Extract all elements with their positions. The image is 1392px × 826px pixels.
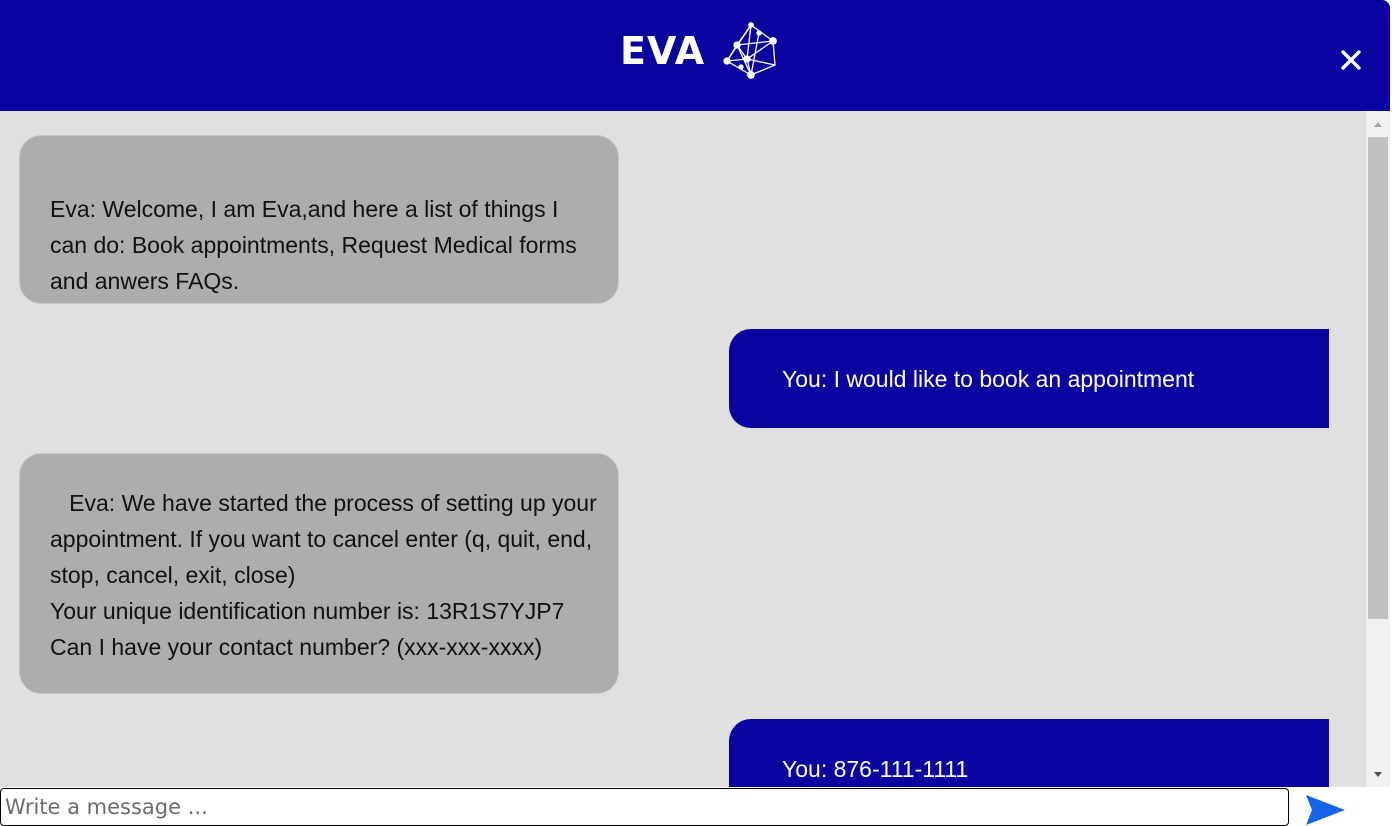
scrollbar[interactable] [1366, 111, 1390, 787]
bot-message: Eva: Welcome, I am Eva,and here a list o… [19, 135, 619, 304]
app-title: EVA [620, 29, 706, 73]
message-list[interactable]: Eva: Welcome, I am Eva,and here a list o… [0, 111, 1366, 787]
chat-header: EVA [0, 0, 1390, 111]
scroll-down-arrow-icon[interactable] [1366, 763, 1390, 787]
send-icon[interactable] [1303, 793, 1347, 826]
user-message: You: I would like to book an appointment [729, 329, 1329, 428]
close-icon[interactable] [1336, 45, 1366, 75]
composer [0, 787, 1392, 826]
message-input[interactable] [0, 788, 1289, 826]
scroll-up-arrow-icon[interactable] [1366, 111, 1390, 135]
bot-message: Eva: We have started the process of sett… [19, 453, 619, 694]
scrollbar-thumb[interactable] [1368, 137, 1388, 619]
chat-window: EVA Eva: Welcome, I am Eva,and here a li… [0, 0, 1392, 826]
user-message: You: 876-111-1111 [729, 719, 1329, 787]
network-nodes-icon [723, 22, 778, 79]
brand: EVA [620, 18, 781, 84]
